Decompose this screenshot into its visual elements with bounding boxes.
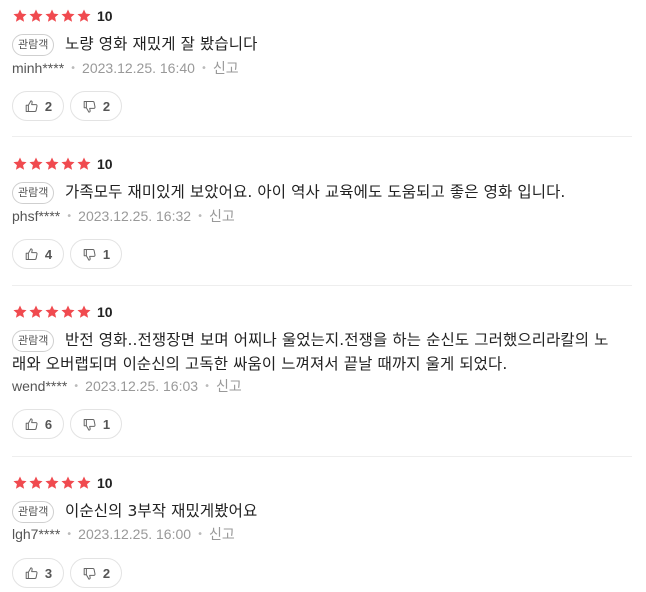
star-icon	[28, 304, 44, 320]
review-content: 가족모두 재미있게 보았어요. 아이 역사 교육에도 도움되고 좋은 영화 입니…	[65, 183, 566, 201]
star-icon	[76, 156, 92, 172]
divider	[12, 456, 632, 457]
star-icon	[44, 8, 60, 24]
rating-score: 10	[97, 8, 113, 24]
star-icon	[44, 475, 60, 491]
star-icon	[12, 8, 28, 24]
vote-buttons: 6 1	[12, 409, 122, 439]
dislike-count: 2	[102, 98, 111, 114]
dislike-count: 1	[102, 246, 111, 262]
separator-dot: •	[66, 210, 73, 222]
dislike-button[interactable]: 1	[70, 239, 122, 269]
star-icon	[12, 304, 28, 320]
star-rating	[12, 475, 92, 491]
report-button[interactable]: 신고	[209, 524, 235, 544]
star-icon	[60, 8, 76, 24]
review-author[interactable]: wend****	[12, 378, 67, 394]
like-count: 2	[44, 98, 53, 114]
rating-row: 10	[12, 7, 113, 25]
rating-row: 10	[12, 303, 113, 321]
star-rating	[12, 156, 92, 172]
dislike-count: 2	[102, 565, 111, 581]
star-icon	[12, 156, 28, 172]
dislike-count: 1	[102, 416, 111, 432]
rating-score: 10	[97, 156, 113, 172]
dislike-button[interactable]: 1	[70, 409, 122, 439]
star-icon	[12, 475, 28, 491]
review-author[interactable]: minh****	[12, 60, 64, 76]
star-rating	[12, 8, 92, 24]
review-date: 2023.12.25. 16:32	[78, 208, 192, 224]
thumbs-up-icon	[24, 566, 39, 581]
vote-buttons: 2 2	[12, 91, 122, 121]
separator-dot: •	[66, 528, 73, 540]
like-button[interactable]: 6	[12, 409, 64, 439]
review-meta: phsf**** • 2023.12.25. 16:32 • 신고	[12, 206, 235, 226]
star-icon	[28, 8, 44, 24]
like-count: 6	[44, 416, 53, 432]
divider	[12, 136, 632, 137]
like-button[interactable]: 3	[12, 558, 64, 588]
separator-dot: •	[70, 62, 77, 74]
review-item: 10 관람객 이순신의 3부작 재밌게봤어요 lgh7**** • 2023.1…	[0, 474, 646, 592]
star-icon	[44, 304, 60, 320]
review-author[interactable]: phsf****	[12, 208, 60, 224]
separator-dot: •	[204, 380, 210, 392]
report-button[interactable]: 신고	[213, 58, 239, 78]
thumbs-up-icon	[24, 99, 39, 114]
report-button[interactable]: 신고	[216, 376, 242, 396]
star-icon	[60, 156, 76, 172]
dislike-button[interactable]: 2	[70, 558, 122, 588]
review-meta: wend**** • 2023.12.25. 16:03 • 신고	[12, 376, 242, 396]
vote-buttons: 4 1	[12, 239, 122, 269]
rating-row: 10	[12, 155, 113, 173]
thumbs-down-icon	[82, 99, 97, 114]
review-date: 2023.12.25. 16:03	[85, 378, 199, 394]
rating-score: 10	[97, 304, 113, 320]
star-icon	[44, 156, 60, 172]
report-button[interactable]: 신고	[209, 206, 235, 226]
star-icon	[60, 475, 76, 491]
review-date: 2023.12.25. 16:40	[82, 60, 195, 76]
rating-score: 10	[97, 475, 113, 491]
separator-dot: •	[197, 210, 203, 222]
review-content: 반전 영화..전쟁장면 보며 어찌나 울었는지.전쟁을 하는 순신도 그러했으리…	[12, 331, 609, 373]
like-count: 4	[44, 246, 53, 262]
review-author[interactable]: lgh7****	[12, 526, 60, 542]
review-item: 10 관람객 노량 영화 재밌게 잘 봤습니다 minh**** • 2023.…	[0, 7, 646, 133]
thumbs-down-icon	[82, 417, 97, 432]
thumbs-down-icon	[82, 247, 97, 262]
review-content: 이순신의 3부작 재밌게봤어요	[65, 502, 258, 520]
review-meta: minh**** • 2023.12.25. 16:40 • 신고	[12, 58, 239, 78]
divider	[12, 285, 632, 286]
rating-row: 10	[12, 474, 113, 492]
dislike-button[interactable]: 2	[70, 91, 122, 121]
star-icon	[60, 304, 76, 320]
star-icon	[76, 475, 92, 491]
star-rating	[12, 304, 92, 320]
like-button[interactable]: 2	[12, 91, 64, 121]
separator-dot: •	[197, 528, 203, 540]
star-icon	[76, 304, 92, 320]
like-button[interactable]: 4	[12, 239, 64, 269]
review-item: 10 관람객 가족모두 재미있게 보았어요. 아이 역사 교육에도 도움되고 좋…	[0, 155, 646, 281]
thumbs-up-icon	[24, 417, 39, 432]
thumbs-up-icon	[24, 247, 39, 262]
thumbs-down-icon	[82, 566, 97, 581]
separator-dot: •	[73, 380, 80, 392]
review-date: 2023.12.25. 16:00	[78, 526, 192, 542]
review-item: 10 관람객 반전 영화..전쟁장면 보며 어찌나 울었는지.전쟁을 하는 순신…	[0, 303, 646, 451]
star-icon	[76, 8, 92, 24]
review-list: 10 관람객 노량 영화 재밌게 잘 봤습니다 minh**** • 2023.…	[0, 0, 646, 592]
review-content: 노량 영화 재밌게 잘 봤습니다	[65, 35, 258, 53]
like-count: 3	[44, 565, 53, 581]
review-meta: lgh7**** • 2023.12.25. 16:00 • 신고	[12, 524, 235, 544]
vote-buttons: 3 2	[12, 558, 122, 588]
star-icon	[28, 156, 44, 172]
star-icon	[28, 475, 44, 491]
separator-dot: •	[200, 62, 207, 74]
